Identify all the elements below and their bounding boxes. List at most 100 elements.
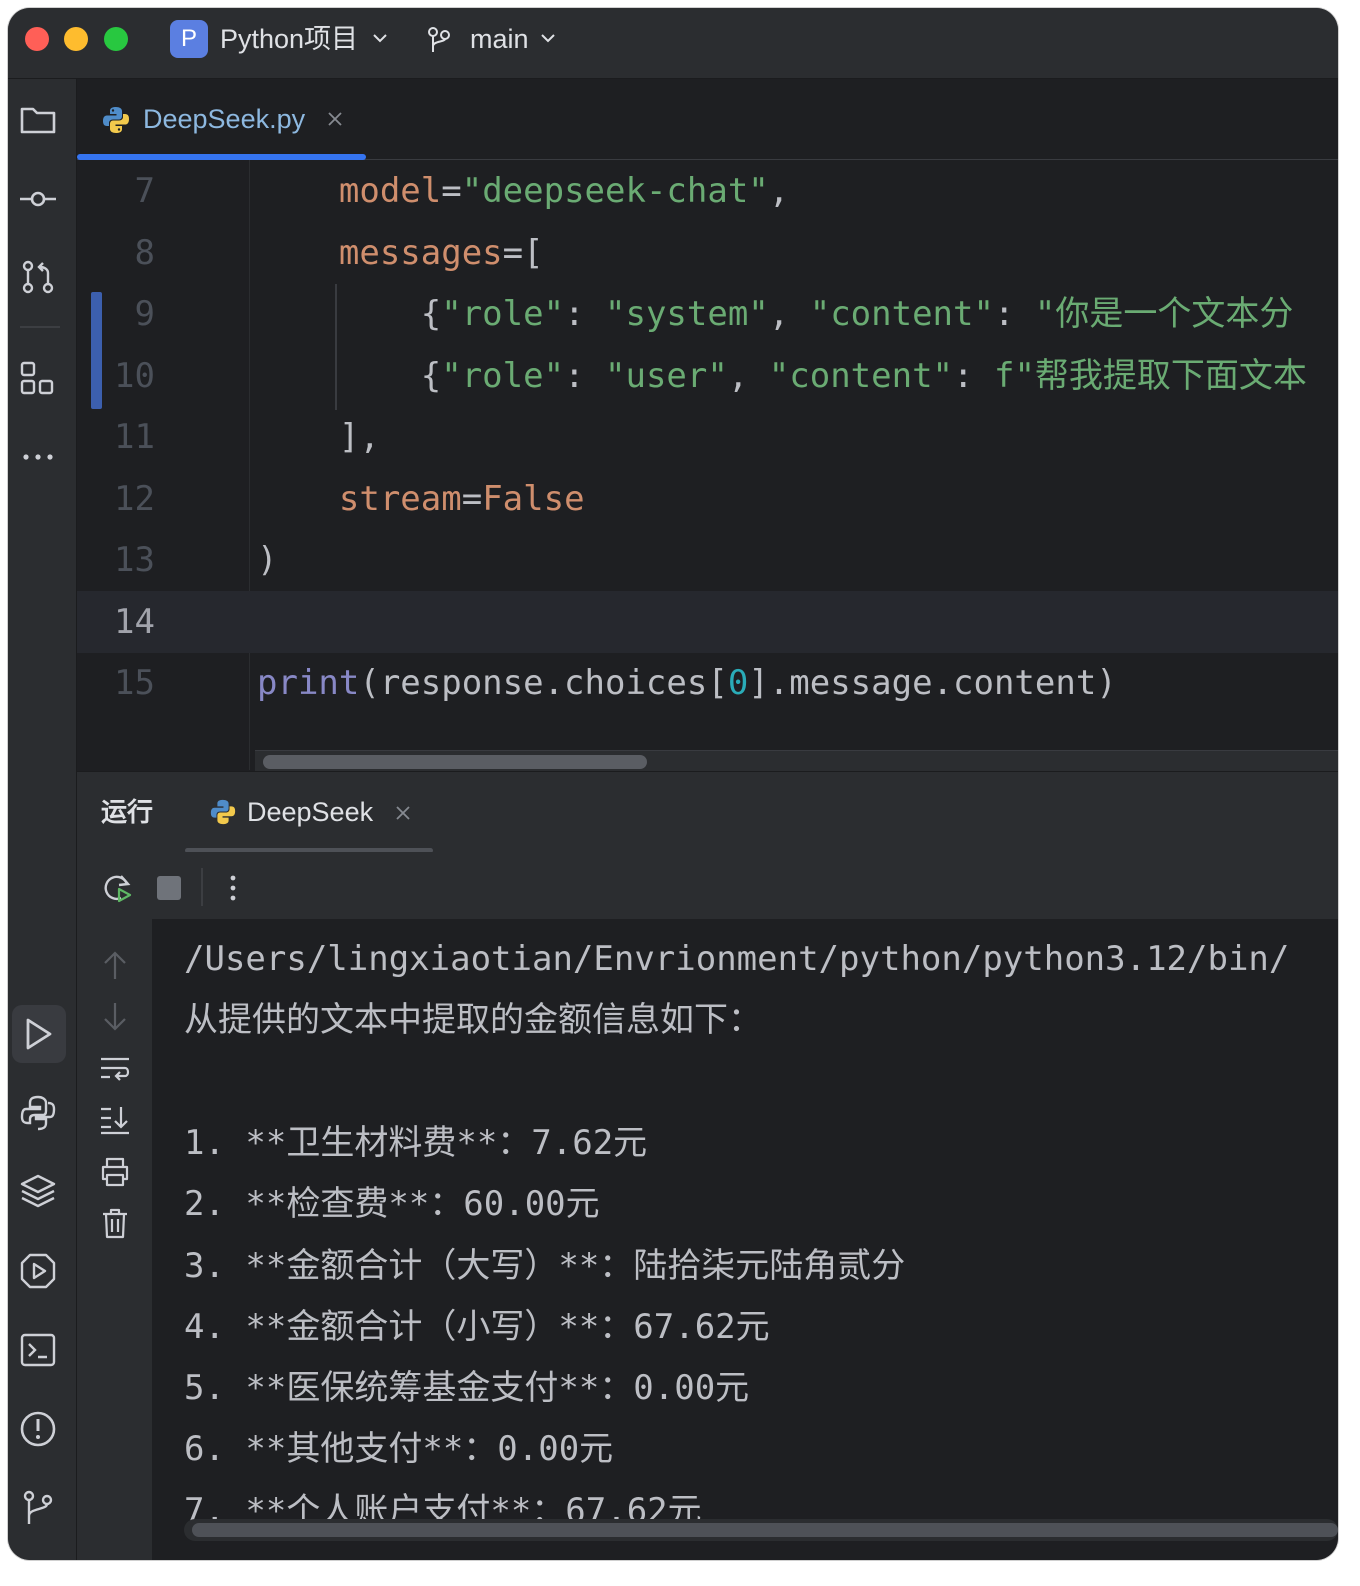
tool-window-strip [8,79,77,1560]
code-token: : [993,294,1035,334]
pull-request-icon[interactable] [18,257,58,297]
code-token: (response.choices[ [359,663,728,703]
code-token: "system" [605,294,769,334]
close-icon[interactable] [327,111,343,127]
code-token: "role" [441,355,565,396]
line-number: 9 [134,294,155,334]
python-console-icon[interactable] [18,1093,58,1133]
code-token: { [257,355,442,396]
close-window-button[interactable] [25,27,49,51]
python-icon [103,107,129,133]
code-token: f"帮我提取下面文本 [993,355,1307,396]
code-token: model [257,171,442,211]
code-token: "deepseek-chat" [461,171,769,211]
chevron-down-icon[interactable] [538,28,558,48]
code-line[interactable]: 10 {"role": "user", "content": f"帮我提取下面文… [77,345,1338,407]
line-number: 8 [134,232,155,273]
line-number: 7 [134,171,155,211]
code-token: "role" [441,294,565,334]
code-token: = [461,478,483,519]
layers-icon[interactable] [18,1172,58,1212]
line-number: 11 [114,417,155,457]
stop-icon[interactable] [157,876,181,900]
problems-icon[interactable] [18,1409,58,1449]
trash-icon[interactable] [101,1207,129,1239]
run-icon[interactable] [18,1014,58,1054]
terminal-icon[interactable] [18,1330,58,1370]
console-line: 6. **其他支付**：0.00元 [184,1429,614,1470]
code-token: , [768,294,810,334]
line-number: 10 [114,355,155,396]
scrollbar-thumb[interactable] [192,1523,1338,1537]
chevron-down-icon[interactable] [370,28,390,48]
arrow-up-icon[interactable] [101,949,129,981]
indent-guide [335,284,337,410]
scrollbar-thumb[interactable] [263,755,647,769]
editor-horizontal-scrollbar[interactable] [255,750,1338,773]
python-icon [210,799,236,825]
code-token: "你是一个文本分 [1034,294,1294,334]
folder-icon[interactable] [18,99,58,139]
console-horizontal-scrollbar[interactable] [184,1519,1338,1541]
branch-icon [428,27,450,52]
code-line[interactable]: 12 stream=False [77,468,1338,530]
console-line: 3. **金额合计（大写）**：陆拾柒元陆角贰分 [184,1245,906,1286]
code-token: , [727,355,769,396]
run-toolbar [77,852,1338,919]
soft-wrap-icon[interactable] [99,1055,131,1083]
console-side-toolbar [77,919,152,1560]
rerun-icon[interactable] [101,872,133,904]
line-number: 12 [114,478,155,519]
code-text: stream=False [257,468,585,530]
code-token: = [441,171,462,211]
code-text: print(response.choices[0].message.conten… [257,652,1117,714]
print-icon[interactable] [99,1157,131,1187]
code-text: messages=[ [257,222,544,284]
run-panel-title: 运行 [101,797,154,827]
console-line: 4. **金额合计（小写）**：67.62元 [184,1306,770,1347]
services-icon[interactable] [18,1251,58,1291]
minimize-window-button[interactable] [64,27,88,51]
line-number: 13 [114,540,155,580]
close-icon[interactable] [395,805,411,821]
code-line[interactable]: 9 {"role": "system", "content": "你是一个文本分 [77,283,1338,345]
console-output[interactable]: /Users/lingxiaotian/Envrionment/python/p… [152,919,1338,1560]
scroll-to-end-icon[interactable] [99,1105,131,1135]
title-bar: P Python项目 main [8,8,1338,79]
code-line[interactable]: 7 model="deepseek-chat", [77,160,1338,222]
project-badge[interactable]: P [170,20,208,58]
code-token: "content" [768,355,954,396]
code-token: : [564,294,606,334]
vcs-change-marker[interactable] [91,292,102,409]
code-text: {"role": "system", "content": "你是一个文本分 [257,283,1294,345]
structure-icon[interactable] [18,359,58,399]
code-token: ], [257,417,380,457]
code-token: =[ [502,232,544,273]
branch-name[interactable]: main [470,21,529,57]
zoom-window-button[interactable] [104,27,128,51]
project-name[interactable]: Python项目 [220,21,358,57]
toolbar-divider [201,868,203,906]
code-line[interactable]: 15 print(response.choices[0].message.cont… [77,652,1338,714]
more-vertical-icon[interactable] [227,872,239,904]
console-line: 2. **检查费**：60.00元 [184,1184,600,1225]
code-line[interactable]: 11 ], [77,406,1338,468]
code-token: stream [257,478,462,519]
code-line[interactable]: 13) [77,529,1338,591]
code-editor[interactable]: 7 model="deepseek-chat", 8 messages=[9 {"… [77,160,1338,773]
code-line[interactable]: 8 messages=[ [77,222,1338,284]
git-icon[interactable] [18,1488,58,1528]
strip-divider [20,326,60,328]
code-text: {"role": "user", "content": f"帮我提取下面文本 [257,345,1307,407]
code-token: messages [257,232,503,273]
code-token: : [564,355,606,396]
commit-icon[interactable] [18,179,58,219]
code-token: "user" [605,355,728,396]
arrow-down-icon[interactable] [101,1001,129,1033]
code-text: model="deepseek-chat", [257,160,789,222]
code-token: { [257,294,442,334]
more-icon[interactable] [18,437,58,477]
code-line[interactable]: 14 [77,590,1338,653]
code-token: , [768,171,790,211]
editor-tab-label: DeepSeek.py [143,104,306,134]
